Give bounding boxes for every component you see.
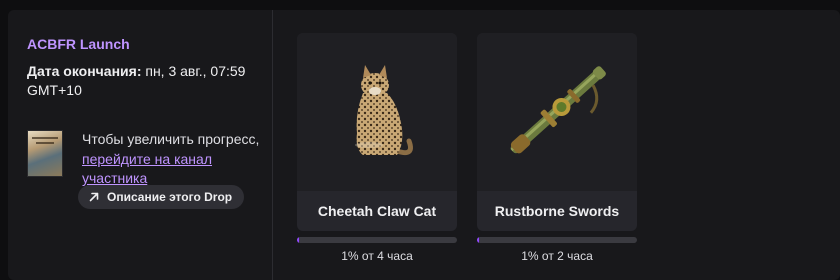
- reward-progress-fill: [297, 237, 300, 243]
- reward-progress-text: 1% от 4 часа: [341, 249, 413, 263]
- reward-progress-text: 1% от 2 часа: [521, 249, 593, 263]
- reward-progress-fill: [477, 237, 480, 243]
- progress-hint-text: Чтобы увеличить прогресс, перейдите на к…: [82, 130, 262, 189]
- campaign-info: ACBFR Launch Дата окончания: пн, 3 авг.,…: [27, 36, 263, 209]
- hint-text-before: Чтобы увеличить прогресс,: [82, 131, 260, 147]
- drop-campaign-panel: ACBFR Launch Дата окончания: пн, 3 авг.,…: [8, 10, 840, 280]
- campaign-title: ACBFR Launch: [27, 36, 130, 52]
- cheetah-cat-image: [297, 33, 457, 191]
- reward-card[interactable]: Rustborne Swords: [477, 33, 637, 231]
- participant-channel-link[interactable]: перейдите на канал участника: [82, 151, 212, 187]
- drop-description-button[interactable]: Описание этого Drop: [78, 185, 245, 209]
- reward-card[interactable]: Cheetah Claw Cat: [297, 33, 457, 231]
- reward-name: Rustborne Swords: [494, 203, 620, 219]
- end-date-label: Дата окончания:: [27, 63, 142, 79]
- game-cover-image: [27, 130, 63, 177]
- reward-item: Rustborne Swords 1% от 2 часа: [477, 33, 637, 263]
- drop-description-label: Описание этого Drop: [107, 190, 233, 204]
- panel-divider: [272, 10, 273, 280]
- reward-item: Cheetah Claw Cat 1% от 4 часа: [297, 33, 457, 263]
- campaign-end-date: Дата окончания: пн, 3 авг., 07:59 GMT+10: [27, 62, 263, 100]
- reward-progress-bar: [477, 237, 637, 243]
- reward-progress-bar: [297, 237, 457, 243]
- arrow-up-right-icon: [89, 192, 99, 202]
- reward-name: Cheetah Claw Cat: [317, 203, 437, 219]
- rustborne-swords-image: [477, 33, 637, 191]
